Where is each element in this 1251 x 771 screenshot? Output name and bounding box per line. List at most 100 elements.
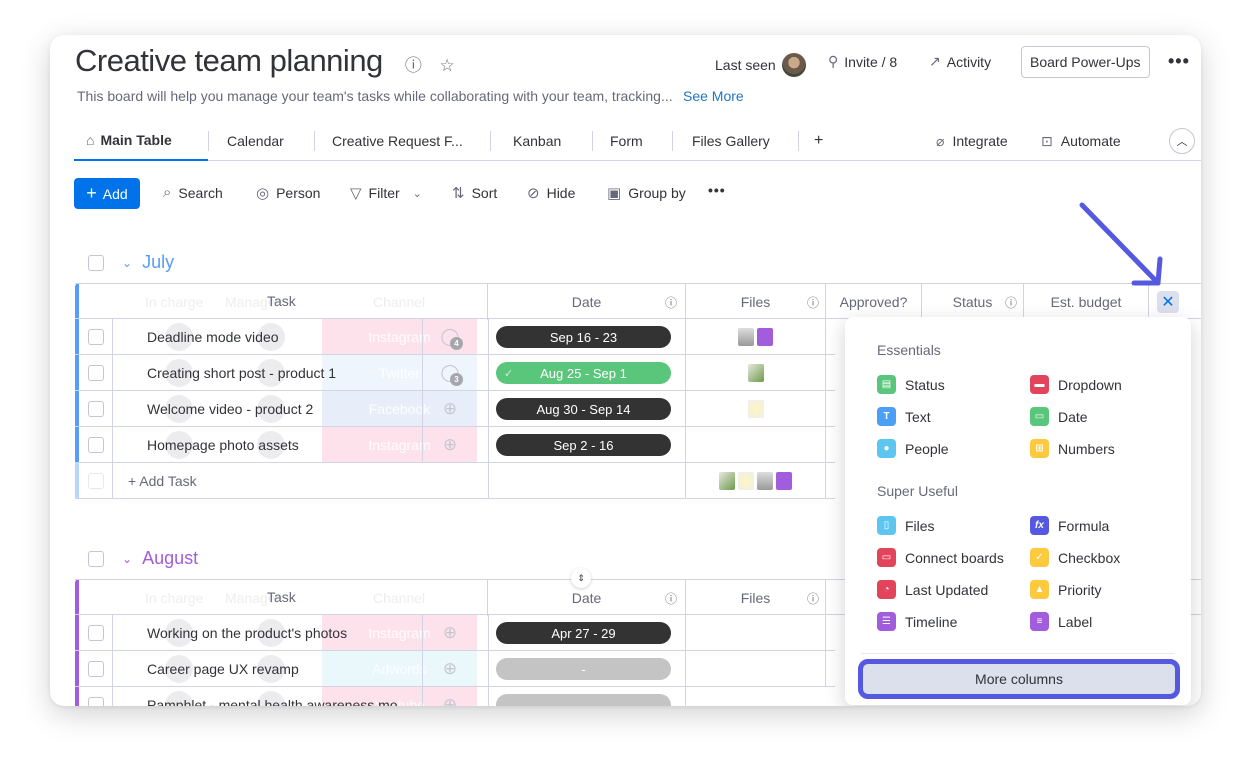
activity-button[interactable]: ↗ Activity	[929, 53, 991, 70]
board-power-ups-button[interactable]: Board Power-Ups	[1021, 46, 1150, 78]
row-checkbox[interactable]	[87, 365, 104, 381]
row-checkbox[interactable]	[87, 473, 104, 489]
chevron-down-icon[interactable]: ⌄	[122, 552, 132, 566]
image-thumbnail[interactable]	[738, 328, 754, 346]
updates-button[interactable]: ◯ 4	[422, 319, 477, 354]
files-cell[interactable]	[686, 615, 826, 651]
tab-main-table[interactable]: ⌂ Main Table	[74, 121, 208, 161]
add-update-button[interactable]: ⊕	[422, 687, 477, 706]
row-checkbox[interactable]	[87, 625, 104, 641]
task-name[interactable]: Welcome video - product 2	[147, 401, 313, 417]
last-seen[interactable]: Last seen	[715, 53, 806, 77]
hide-button[interactable]: ⊘ Hide	[527, 184, 575, 202]
group-title-july[interactable]: ⌄ July	[122, 252, 174, 273]
tab-kanban[interactable]: Kanban	[501, 121, 573, 161]
files-column-header[interactable]: Files ⓘ	[686, 580, 826, 616]
table-row[interactable]: Instagram Homepage photo assets ⊕ Sep 2 …	[75, 427, 835, 463]
tab-creative-request-form[interactable]: Creative Request F...	[320, 121, 475, 161]
column-option-text[interactable]: T Text	[877, 407, 931, 426]
add-view-button[interactable]: +	[802, 121, 835, 161]
automate-button[interactable]: ⊡ Automate	[1029, 121, 1133, 161]
row-checkbox[interactable]	[87, 401, 104, 417]
tab-form[interactable]: Form	[598, 121, 655, 161]
task-name[interactable]: Pamphlet - mental health awareness mo...	[147, 697, 409, 706]
status-column-header[interactable]: Status ⓘ	[922, 284, 1024, 320]
more-columns-button[interactable]: More columns	[858, 659, 1180, 699]
files-cell[interactable]	[686, 427, 826, 463]
info-icon[interactable]: ⓘ	[405, 56, 422, 75]
task-column-header[interactable]: In charge Manager Channel Task	[75, 580, 488, 616]
task-name[interactable]: Deadline mode video	[147, 329, 279, 345]
column-option-timeline[interactable]: ☰ Timeline	[877, 612, 957, 631]
column-option-dropdown[interactable]: ▬ Dropdown	[1030, 375, 1122, 394]
group-checkbox[interactable]	[88, 255, 104, 271]
task-name[interactable]: Creating short post - product 1	[147, 365, 336, 381]
files-cell[interactable]	[686, 319, 826, 355]
search-button[interactable]: ⌕ Search	[163, 184, 223, 201]
table-row[interactable]: Adwords Career page UX revamp ⊕ -	[75, 651, 835, 687]
tab-calendar[interactable]: Calendar	[215, 121, 296, 161]
video-file-icon[interactable]	[776, 472, 792, 490]
image-thumbnail[interactable]	[719, 472, 735, 490]
info-icon[interactable]: ⓘ	[1005, 294, 1017, 311]
date-cell[interactable]: -	[488, 687, 686, 706]
task-column-header[interactable]: In charge Manager Channel Task	[75, 284, 488, 320]
date-cell[interactable]: ✓ Aug 25 - Sep 1	[488, 355, 686, 391]
date-cell[interactable]: Sep 2 - 16	[488, 427, 686, 463]
table-row[interactable]: Instagram Working on the product's photo…	[75, 615, 835, 651]
group-title-august[interactable]: ⌄ August	[122, 548, 198, 569]
integrate-button[interactable]: ⌀ Integrate	[924, 121, 1020, 161]
date-cell[interactable]: -	[488, 651, 686, 687]
date-cell[interactable]: Apr 27 - 29	[488, 615, 686, 651]
row-checkbox[interactable]	[87, 697, 104, 706]
info-icon[interactable]: ⓘ	[807, 590, 819, 607]
filter-button[interactable]: ▽ Filter ⌄	[350, 184, 422, 202]
row-checkbox[interactable]	[87, 329, 104, 345]
column-option-checkbox[interactable]: ✓ Checkbox	[1030, 548, 1120, 567]
person-filter-button[interactable]: ◎ Person	[256, 184, 320, 202]
board-title[interactable]: Creative team planning ⓘ ☆	[75, 43, 455, 79]
resize-handle-icon[interactable]: ⇕	[571, 568, 591, 588]
add-update-button[interactable]: ⊕	[422, 651, 477, 686]
table-row[interactable]: Facebook Welcome video - product 2 ⊕ Aug…	[75, 391, 835, 427]
task-name[interactable]: Career page UX revamp	[147, 661, 299, 677]
add-task-input[interactable]: + Add Task	[128, 473, 197, 489]
task-name[interactable]: Working on the product's photos	[147, 625, 347, 641]
invite-button[interactable]: ⚲ Invite / 8	[828, 53, 897, 70]
column-option-last-updated[interactable]: ◔ Last Updated	[877, 580, 988, 599]
image-thumbnail[interactable]	[738, 472, 754, 490]
column-option-numbers[interactable]: ⊞ Numbers	[1030, 439, 1115, 458]
info-icon[interactable]: ⓘ	[665, 590, 677, 607]
add-update-button[interactable]: ⊕	[422, 615, 477, 650]
see-more-link[interactable]: See More	[683, 88, 744, 104]
row-checkbox[interactable]	[87, 661, 104, 677]
star-icon[interactable]: ☆	[440, 56, 455, 75]
info-icon[interactable]: ⓘ	[807, 294, 819, 311]
add-item-button[interactable]: + Add	[74, 178, 140, 209]
image-thumbnail[interactable]	[757, 472, 773, 490]
chevron-down-icon[interactable]: ⌄	[122, 256, 132, 270]
date-cell[interactable]: Sep 16 - 23	[488, 319, 686, 355]
updates-button[interactable]: ◯ 3	[422, 355, 477, 390]
image-thumbnail[interactable]	[747, 400, 764, 418]
row-checkbox[interactable]	[87, 437, 104, 453]
date-column-header[interactable]: Date ⓘ	[488, 284, 686, 320]
video-file-icon[interactable]	[757, 328, 773, 346]
approved-column-header[interactable]: Approved?	[826, 284, 922, 320]
image-thumbnail[interactable]	[747, 364, 764, 382]
column-option-connect-boards[interactable]: ▭ Connect boards	[877, 548, 1004, 567]
files-cell[interactable]	[686, 355, 826, 391]
column-option-status[interactable]: ▤ Status	[877, 375, 945, 394]
collapse-header-button[interactable]: ︿	[1169, 128, 1195, 154]
table-row[interactable]: Twitter Creating short post - product 1 …	[75, 355, 835, 391]
date-cell[interactable]: Aug 30 - Sep 14	[488, 391, 686, 427]
add-update-button[interactable]: ⊕	[422, 427, 477, 462]
group-checkbox[interactable]	[88, 551, 104, 567]
column-option-files[interactable]: ▯ Files	[877, 516, 935, 535]
more-options-icon[interactable]: •••	[1168, 51, 1190, 72]
column-option-label[interactable]: ≡ Label	[1030, 612, 1092, 631]
column-option-formula[interactable]: fx Formula	[1030, 516, 1109, 535]
info-icon[interactable]: ⓘ	[665, 294, 677, 311]
files-cell[interactable]	[686, 651, 826, 687]
files-cell[interactable]	[686, 391, 826, 427]
